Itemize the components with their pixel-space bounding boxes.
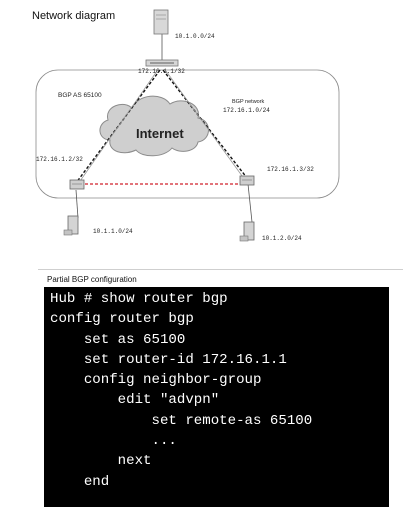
cli-line: config router bgp [50, 311, 194, 328]
cli-console: Hub # show router bgp config router bgp … [44, 287, 389, 507]
cli-line: edit "advpn" [50, 392, 220, 409]
bgp-network-subnet: 172.16.1.0/24 [223, 107, 270, 114]
section-title-config: Partial BGP configuration [47, 275, 137, 284]
as-label: BGP AS 65100 [58, 92, 102, 99]
bottom-left-subnet-label: 10.1.1.0/24 [93, 228, 133, 235]
cli-line: next [50, 453, 152, 470]
cli-line: config neighbor-group [50, 372, 262, 389]
cli-line: set as 65100 [50, 331, 186, 348]
hub-ip-label: 172.16.1.1/32 [138, 68, 185, 75]
cli-output: Hub # show router bgp config router bgp … [44, 287, 389, 492]
left-spoke-ip-label: 172.16.1.2/32 [36, 156, 83, 163]
host-icon-bottom-right [239, 221, 255, 242]
bgp-network-title: BGP network [232, 99, 265, 105]
cli-line: end [50, 473, 110, 490]
host-icon-bottom-left [63, 215, 79, 236]
cli-line: set remote-as 65100 [50, 412, 313, 429]
section-divider [38, 269, 403, 270]
spoke-router-icon-right [239, 175, 255, 186]
bottom-right-subnet-label: 10.1.2.0/24 [262, 235, 302, 242]
server-icon-top [153, 9, 169, 35]
spoke-router-icon-left [69, 179, 85, 190]
hub-router-icon [145, 59, 179, 67]
right-spoke-ip-label: 172.16.1.3/32 [267, 166, 314, 173]
cli-line: ... [50, 433, 177, 450]
top-subnet-label: 10.1.0.0/24 [175, 33, 215, 40]
internet-label: Internet [136, 126, 184, 141]
cli-line: set router-id 172.16.1.1 [50, 351, 287, 368]
cli-line: Hub # show router bgp [50, 291, 228, 307]
